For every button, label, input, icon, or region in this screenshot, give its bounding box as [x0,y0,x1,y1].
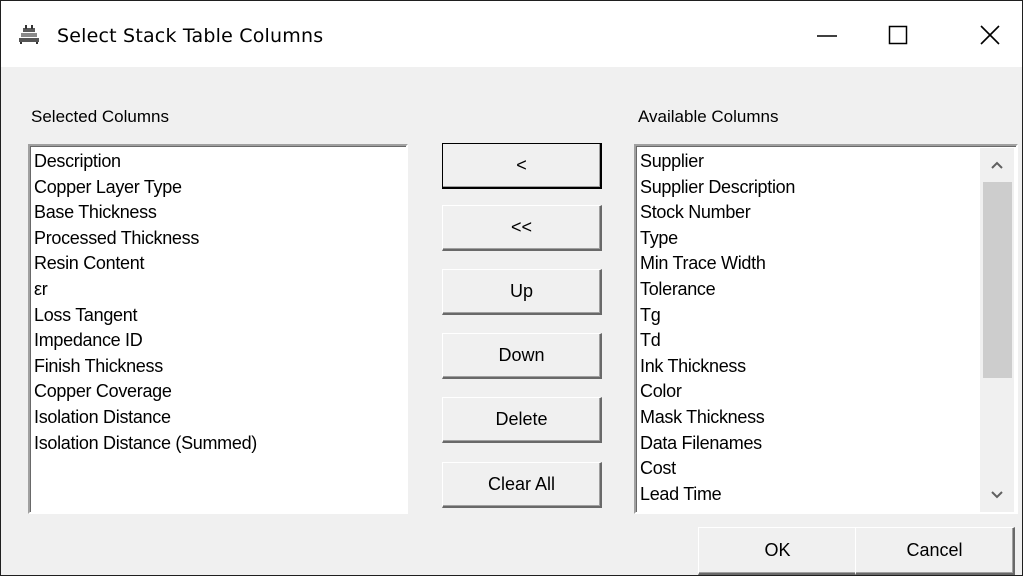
list-item[interactable]: Isolation Distance [34,405,257,431]
ok-button[interactable]: OK [698,527,858,575]
list-item[interactable]: Loss Tangent [34,303,257,329]
list-item[interactable]: Impedance ID [34,328,257,354]
scrollbar-thumb[interactable] [983,182,1012,378]
cancel-button[interactable]: Cancel [855,527,1015,575]
list-item[interactable]: Type [640,226,795,252]
list-item[interactable]: Mask Thickness [640,405,795,431]
list-item[interactable]: Color [640,379,795,405]
move-down-button[interactable]: Down [442,333,602,379]
list-item[interactable]: Stock Number [640,200,795,226]
list-item[interactable]: Isolation Distance (Summed) [34,431,257,457]
list-item[interactable]: Supplier Description [640,175,795,201]
list-item[interactable]: εr [34,277,257,303]
list-item[interactable]: Supplier [640,149,795,175]
list-item[interactable]: Ink Thickness [640,354,795,380]
list-item[interactable]: Finish Thickness [34,354,257,380]
list-item[interactable]: Min Trace Width [640,251,795,277]
dialog-window: Select Stack Table Columns Selected Colu… [0,0,1023,576]
clear-all-button[interactable]: Clear All [442,462,602,508]
list-item[interactable]: Copper Coverage [34,379,257,405]
list-item[interactable]: Cost [640,456,795,482]
scroll-up-icon[interactable] [980,148,1014,182]
list-item[interactable]: Base Thickness [34,200,257,226]
add-all-columns-button[interactable]: << [442,205,602,251]
vertical-scrollbar[interactable] [980,148,1014,512]
move-up-button[interactable]: Up [442,269,602,315]
selected-columns-list[interactable]: Description Copper Layer Type Base Thick… [28,144,408,514]
available-columns-list[interactable]: Supplier Supplier Description Stock Numb… [634,144,1018,514]
list-item[interactable]: Description [34,149,257,175]
stack-table-icon [18,24,40,44]
list-item[interactable]: Lead Time [640,482,795,508]
list-item[interactable]: Resin Content [34,251,257,277]
add-column-button[interactable]: < [442,143,602,189]
delete-button[interactable]: Delete [442,397,602,443]
list-item[interactable]: Tg [640,303,795,329]
list-item[interactable]: Copper Layer Type [34,175,257,201]
available-columns-label: Available Columns [638,107,779,126]
title-bar[interactable]: Select Stack Table Columns [1,1,1022,67]
close-icon[interactable] [933,1,1023,67]
list-item[interactable]: Processed Thickness [34,226,257,252]
maximize-icon[interactable] [853,1,943,67]
selected-columns-label: Selected Columns [31,107,169,126]
window-title: Select Stack Table Columns [57,25,324,47]
list-item[interactable]: Tolerance [640,277,795,303]
scroll-down-icon[interactable] [980,478,1014,512]
list-item[interactable]: Data Filenames [640,431,795,457]
list-item[interactable]: Td [640,328,795,354]
